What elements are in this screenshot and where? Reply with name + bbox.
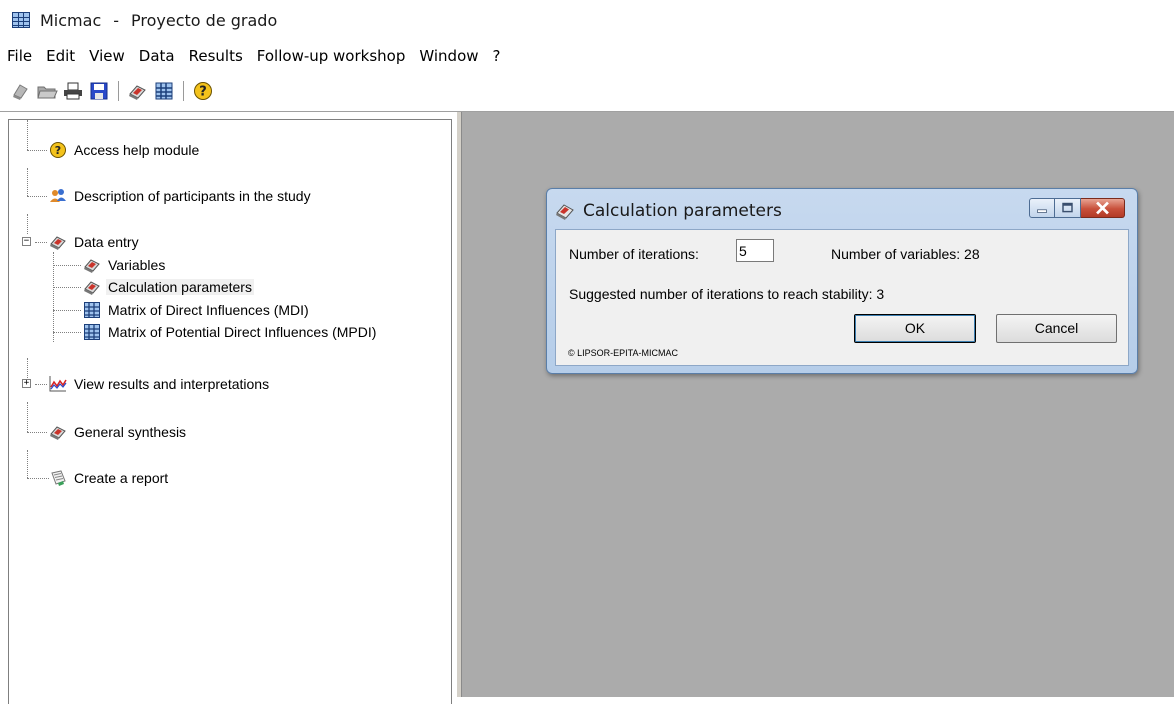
dialog-app-icon bbox=[555, 201, 575, 221]
ok-button[interactable]: OK bbox=[854, 314, 976, 343]
tree-item-mpdi[interactable]: Matrix of Potential Direct Influences (M… bbox=[83, 322, 378, 342]
menu-follow-up-workshop[interactable]: Follow-up workshop bbox=[257, 47, 406, 65]
toolbar-separator-2 bbox=[183, 81, 184, 101]
tree-line bbox=[27, 120, 28, 150]
matrix-icon bbox=[83, 323, 101, 341]
tree-item-label: Access help module bbox=[74, 142, 200, 158]
tree-line bbox=[53, 332, 81, 333]
tree-item-label: View results and interpretations bbox=[74, 376, 270, 392]
menu-view[interactable]: View bbox=[89, 47, 125, 65]
tree-line bbox=[35, 242, 47, 243]
report-icon bbox=[49, 469, 67, 487]
iterations-label: Number of iterations: bbox=[569, 246, 699, 262]
app-name: Micmac bbox=[40, 10, 102, 30]
expand-toggle-results[interactable]: + bbox=[22, 379, 31, 388]
matrix-icon bbox=[83, 301, 101, 319]
dialog-body: Number of iterations: Number of variable… bbox=[555, 229, 1129, 366]
menu-file[interactable]: File bbox=[7, 47, 32, 65]
tree-item-calculation-parameters[interactable]: Calculation parameters bbox=[83, 277, 254, 297]
tree-item-label: Description of participants in the study bbox=[74, 188, 311, 204]
tree-item-data-entry[interactable]: Data entry bbox=[49, 232, 141, 252]
tree-item-label: Matrix of Direct Influences (MDI) bbox=[108, 302, 309, 318]
menu-edit[interactable]: Edit bbox=[46, 47, 75, 65]
cancel-button[interactable]: Cancel bbox=[996, 314, 1117, 343]
print-icon[interactable] bbox=[62, 80, 84, 102]
tree-item-label: Matrix of Potential Direct Influences (M… bbox=[108, 324, 377, 340]
tree-line bbox=[53, 287, 81, 288]
participants-icon bbox=[49, 187, 67, 205]
navigation-pane: − + ? Access help module Description of … bbox=[0, 112, 456, 704]
tree-item-help[interactable]: ? Access help module bbox=[49, 140, 201, 160]
tree-line bbox=[27, 358, 28, 378]
micmac-app-icon bbox=[12, 12, 30, 28]
title-separator: - bbox=[113, 10, 120, 30]
data-icon[interactable] bbox=[127, 80, 149, 102]
menu-bar: File Edit View Data Results Follow-up wo… bbox=[0, 44, 515, 68]
minimize-button[interactable] bbox=[1029, 198, 1055, 218]
tree-line bbox=[27, 214, 28, 234]
maximize-icon bbox=[1062, 202, 1073, 213]
tree-item-general-synthesis[interactable]: General synthesis bbox=[49, 422, 188, 442]
close-icon bbox=[1096, 201, 1109, 215]
calculation-parameters-dialog: Calculation parameters Number of iterati… bbox=[546, 188, 1138, 374]
tree-line bbox=[27, 402, 28, 432]
menu-help[interactable]: ? bbox=[493, 47, 501, 65]
copyright-label: © LIPSOR-EPITA-MICMAC bbox=[568, 348, 678, 358]
tree-item-results[interactable]: View results and interpretations bbox=[49, 374, 271, 394]
tree-line bbox=[53, 310, 81, 311]
menu-results[interactable]: Results bbox=[189, 47, 243, 65]
synthesis-icon bbox=[49, 423, 67, 441]
tree-item-mdi[interactable]: Matrix of Direct Influences (MDI) bbox=[83, 300, 311, 320]
tree-line bbox=[27, 432, 47, 433]
tree-line bbox=[27, 450, 28, 478]
tree-item-variables[interactable]: Variables bbox=[83, 255, 167, 275]
svg-text:?: ? bbox=[55, 144, 61, 157]
tree-item-participants[interactable]: Description of participants in the study bbox=[49, 186, 313, 206]
tree-line bbox=[27, 150, 47, 151]
tree-item-label-selected: Calculation parameters bbox=[106, 279, 254, 295]
tree-line bbox=[27, 196, 47, 197]
tree-item-label: General synthesis bbox=[74, 424, 187, 440]
tree-line bbox=[27, 168, 28, 196]
tree-line bbox=[53, 265, 81, 266]
maximize-button[interactable] bbox=[1055, 198, 1081, 218]
data-entry-icon bbox=[49, 233, 67, 251]
svg-text:?: ? bbox=[199, 85, 207, 100]
results-chart-icon bbox=[49, 375, 67, 393]
title-bar: Micmac - Proyecto de grado bbox=[0, 0, 1174, 40]
tree-line bbox=[27, 478, 49, 479]
collapse-toggle-data-entry[interactable]: − bbox=[22, 237, 31, 246]
suggested-iterations-label: Suggested number of iterations to reach … bbox=[569, 286, 885, 302]
new-icon[interactable] bbox=[10, 80, 32, 102]
toolbar-separator bbox=[118, 81, 119, 101]
calculation-parameters-icon bbox=[83, 278, 101, 296]
help-icon: ? bbox=[49, 141, 67, 159]
matrix-icon[interactable] bbox=[153, 80, 175, 102]
save-icon[interactable] bbox=[88, 80, 110, 102]
variables-count-label: Number of variables: 28 bbox=[831, 246, 980, 262]
menu-window[interactable]: Window bbox=[419, 47, 478, 65]
help-icon[interactable]: ? bbox=[192, 80, 214, 102]
tree-line bbox=[35, 384, 47, 385]
project-name: Proyecto de grado bbox=[131, 10, 278, 30]
tree-item-label: Data entry bbox=[74, 234, 139, 250]
tree-item-label: Variables bbox=[108, 257, 166, 273]
tree-item-label: Create a report bbox=[74, 470, 169, 486]
minimize-icon bbox=[1037, 209, 1047, 213]
variables-icon bbox=[83, 256, 101, 274]
window-controls bbox=[1029, 198, 1125, 218]
menu-data[interactable]: Data bbox=[139, 47, 175, 65]
open-icon[interactable] bbox=[36, 80, 58, 102]
tree-item-create-report[interactable]: Create a report bbox=[49, 468, 170, 488]
dialog-title: Calculation parameters bbox=[583, 201, 782, 221]
navigation-tree[interactable]: − + ? Access help module Description of … bbox=[8, 119, 452, 704]
iterations-input[interactable] bbox=[736, 239, 774, 262]
close-button[interactable] bbox=[1081, 198, 1125, 218]
toolbar: ? bbox=[0, 78, 218, 104]
